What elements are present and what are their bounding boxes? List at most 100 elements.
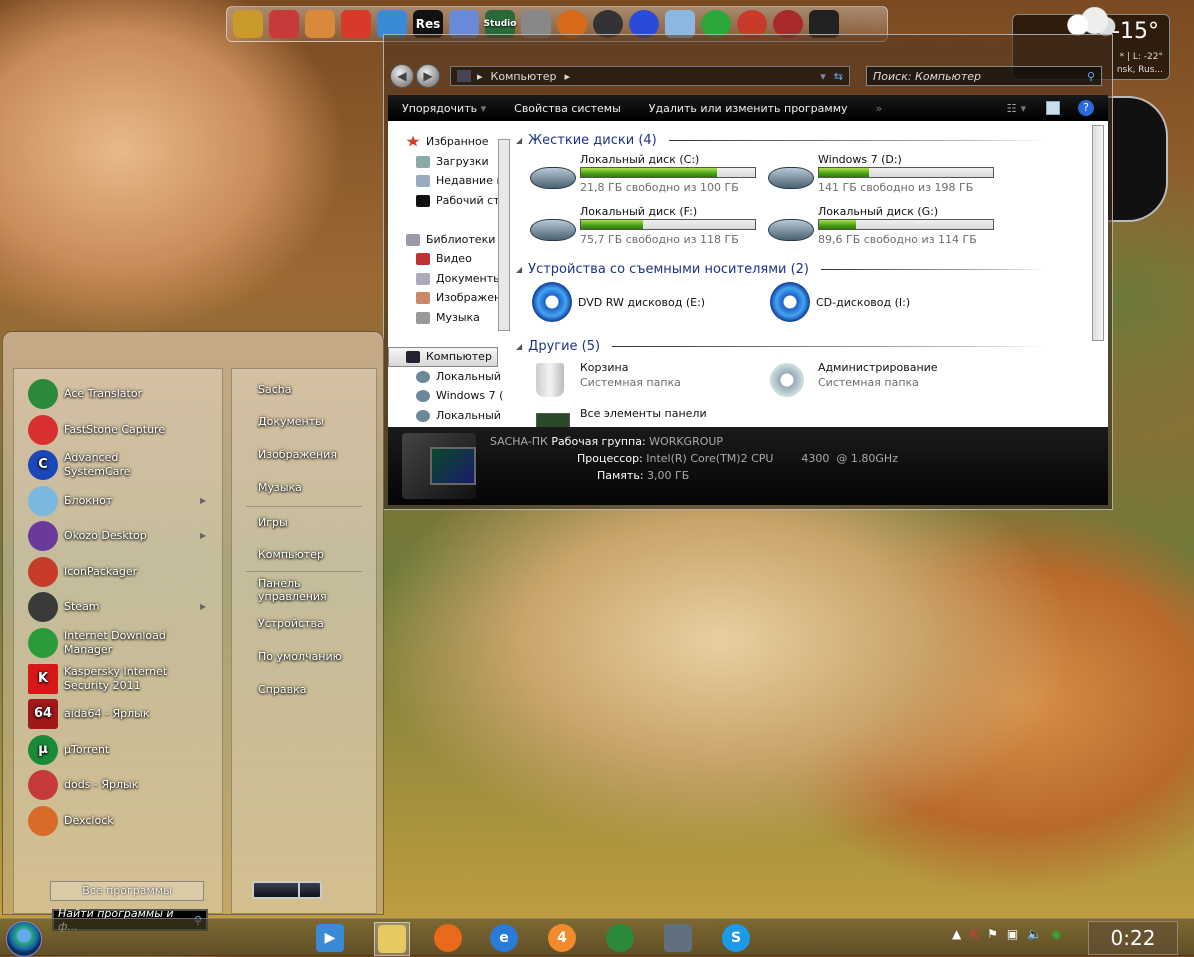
nav-libraries[interactable]: Библиотеки [406, 233, 495, 246]
nav-favorites[interactable]: Избранное [406, 135, 488, 148]
volume-icon[interactable]: 🔈 [1027, 927, 1042, 941]
nav-drive-c[interactable]: Локальный [416, 370, 501, 383]
group-divider [821, 269, 1046, 270]
program-item-okozo[interactable]: Okozo Desktop [28, 521, 147, 551]
program-item-globe[interactable]: Ace Translator [28, 379, 142, 409]
display-settings-icon[interactable] [233, 10, 263, 38]
breadcrumb-computer[interactable]: Компьютер [491, 70, 557, 83]
more-commands-button[interactable]: » [862, 102, 897, 115]
taskbar-app-firefox[interactable] [432, 922, 464, 954]
taskbar-app-computer[interactable] [662, 922, 694, 954]
place-item[interactable]: Панель управления [258, 577, 328, 603]
group-other[interactable]: ◢ Другие (5) [516, 339, 1046, 354]
idm-tray-icon[interactable]: ◉ [1051, 927, 1061, 941]
help-icon[interactable]: ? [1078, 100, 1094, 116]
view-options-chevron-icon[interactable]: ▾ [1020, 102, 1026, 115]
nav-drive-d[interactable]: Windows 7 ( [416, 389, 503, 402]
program-item-idm[interactable]: Internet Download Manager [28, 628, 174, 658]
nav-downloads[interactable]: Загрузки [416, 155, 489, 168]
forward-button[interactable]: ▶ [416, 64, 440, 88]
nav-pane-scrollbar[interactable] [498, 139, 510, 331]
system-properties-button[interactable]: Свойства системы [500, 102, 635, 115]
taskbar-app-explorer[interactable] [374, 922, 410, 956]
preview-pane-icon[interactable] [1046, 101, 1060, 115]
program-item-aida64[interactable]: 64 aida64 - Ярлык [28, 699, 149, 729]
place-item[interactable]: Музыка [258, 481, 302, 494]
place-item[interactable]: Документы [258, 415, 324, 428]
taskbar-app-media-player[interactable]: ▶ [314, 922, 346, 954]
group-removable[interactable]: ◢ Устройства со съемными носителями (2) [516, 262, 1046, 277]
program-label: Ace Translator [64, 387, 143, 400]
content-scrollbar[interactable] [1092, 125, 1104, 341]
action-center-flag-icon[interactable]: ⚑ [987, 927, 998, 941]
program-item-faststone[interactable]: FastStone Capture [28, 415, 165, 445]
submenu-arrow-icon[interactable]: ▶ [200, 531, 206, 540]
paint-app-icon[interactable] [305, 10, 335, 38]
place-item[interactable]: Компьютер [258, 548, 324, 561]
idm-icon [28, 628, 58, 658]
submenu-arrow-icon[interactable]: ▶ [200, 496, 206, 505]
nav-documents[interactable]: Документы [416, 272, 502, 285]
program-item-dods[interactable]: dods - Ярлык [28, 770, 138, 800]
drive-icon [416, 370, 430, 383]
dvd-drive-item[interactable]: DVD RW дисковод (E:) [528, 282, 728, 324]
aimp-icon: 4 [548, 924, 576, 952]
program-label: dods - Ярлык [64, 778, 139, 791]
program-item-iconpackager[interactable]: IconPackager [28, 557, 137, 587]
back-button[interactable]: ◀ [390, 64, 414, 88]
refresh-icon[interactable]: ⇆ [834, 70, 843, 83]
organize-button[interactable]: Упорядочить ▾ [388, 102, 500, 115]
start-button[interactable] [6, 921, 42, 957]
network-icon[interactable]: ▣ [1007, 927, 1018, 941]
all-programs-button[interactable]: Все программы [50, 881, 204, 901]
search-icon[interactable]: ⚲ [1087, 70, 1095, 83]
control-panel-item[interactable]: Все элементы панели [530, 407, 730, 427]
uninstall-program-button[interactable]: Удалить или изменить программу [635, 102, 862, 115]
nav-recent[interactable]: Недавние м [416, 174, 505, 187]
shutdown-button[interactable] [252, 881, 322, 899]
drive-usage-bar [580, 167, 756, 178]
system-control-icon[interactable] [269, 10, 299, 38]
program-item-kaspersky[interactable]: K Kaspersky Internet Security 2011 [28, 664, 174, 694]
music-icon [416, 311, 430, 324]
places-list: Sacha Документы Изображения Музыка Игры Компь… [231, 368, 377, 914]
taskbar-app-aimp[interactable]: 4 [546, 922, 578, 954]
pictures-icon [416, 291, 430, 304]
address-bar[interactable]: ▸ Компьютер ▸ ▾ ⇆ [450, 66, 850, 86]
administration-item[interactable]: Администрирование Системная папка [768, 361, 968, 401]
clock-gadget[interactable] [1106, 96, 1168, 222]
kaspersky-tray-icon[interactable]: K [970, 927, 978, 941]
explorer-window: ◀ ▶ ▸ Компьютер ▸ ▾ ⇆ Поиск: Компьютер ⚲… [383, 34, 1113, 510]
change-view-icon[interactable]: ☷ [1007, 102, 1017, 115]
nav-pictures[interactable]: Изображен [416, 291, 501, 304]
program-item-notepad[interactable]: Блокнот [28, 486, 112, 516]
nav-video[interactable]: Видео [416, 252, 472, 265]
place-item[interactable]: Sacha [258, 383, 291, 396]
program-item-dexclock[interactable]: Dexclock [28, 806, 114, 836]
program-item-steam[interactable]: Steam [28, 592, 100, 622]
program-item-utorrent[interactable]: µ µTorrent [28, 735, 109, 765]
nav-music[interactable]: Музыка [416, 311, 480, 324]
group-hard-drives[interactable]: ◢ Жесткие диски (4) [516, 133, 1046, 148]
submenu-arrow-icon[interactable]: ▶ [200, 602, 206, 611]
place-item[interactable]: Изображения [258, 448, 337, 461]
place-item[interactable]: Игры [258, 516, 288, 529]
cd-drive-item[interactable]: CD-дисковод (I:) [766, 282, 966, 324]
breadcrumb-separator-icon: ▸ [564, 69, 570, 83]
ccleaner-icon[interactable] [341, 10, 371, 38]
recycle-bin-item[interactable]: Корзина Системная папка [530, 361, 730, 401]
taskbar-clock[interactable]: 0:22 [1088, 921, 1178, 955]
address-dropdown-icon[interactable]: ▾ [820, 70, 826, 83]
nav-desktop[interactable]: Рабочий ст [416, 194, 500, 207]
nav-drive-f[interactable]: Локальный [416, 409, 501, 422]
taskbar-app-internet-explorer[interactable]: e [488, 922, 520, 954]
taskbar-app-skype[interactable]: S [720, 922, 752, 954]
search-input[interactable]: Поиск: Компьютер ⚲ [866, 66, 1102, 86]
place-item[interactable]: Справка [258, 683, 306, 696]
place-item[interactable]: По умолчанию [258, 650, 342, 663]
show-hidden-icons-arrow-icon[interactable]: ▲ [952, 927, 961, 941]
nav-computer[interactable]: Компьютер [406, 350, 492, 363]
place-item[interactable]: Устройства [258, 617, 324, 630]
taskbar-app-globe[interactable] [604, 922, 636, 954]
program-item-systemcare[interactable]: C Advanced SystemCare [28, 450, 174, 480]
